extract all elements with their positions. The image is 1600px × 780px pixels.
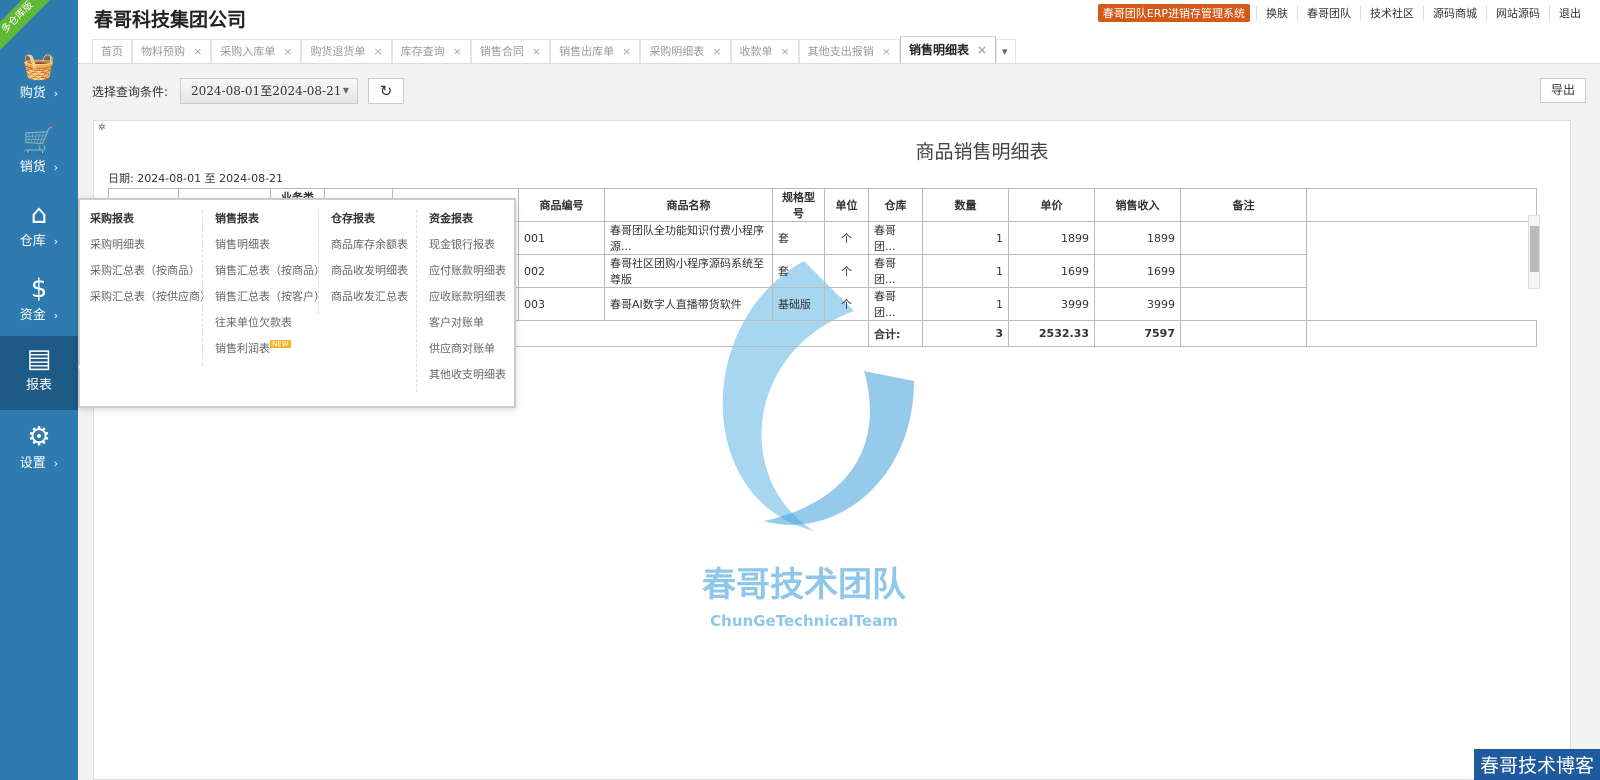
link-logout[interactable]: 退出 bbox=[1549, 5, 1590, 21]
tab-1[interactable]: 物料预购 × bbox=[132, 39, 212, 63]
menu-col-fund: 资金报表现金银行报表 应付账款明细表 应收账款明细表 客户对账单 供应商对账单 其他收支明… bbox=[416, 210, 506, 392]
menu-item-purchase-2[interactable]: 采购汇总表（按供应商） bbox=[90, 288, 211, 314]
menu-heading-sales: 销售报表 bbox=[215, 212, 259, 225]
reports-dropdown-menu: 采购报表采购明细表 采购汇总表（按商品） 采购汇总表（按供应商） 销售报表销售明细表… bbox=[78, 198, 516, 408]
link-site-source[interactable]: 网站源码 bbox=[1486, 5, 1549, 21]
refresh-button[interactable]: ↻ bbox=[368, 78, 404, 104]
export-button[interactable]: 导出 bbox=[1540, 78, 1586, 103]
close-icon[interactable]: × bbox=[712, 40, 721, 63]
sidebar: 多仓库版 🧺 购货 › 🛒 销货 › ⌂ 仓库 › $ 资金 › ▤ 报表 ⚙ 设置 › bbox=[0, 0, 78, 780]
menu-item-fund-0[interactable]: 现金银行报表 bbox=[429, 236, 506, 262]
close-icon[interactable]: × bbox=[193, 40, 202, 63]
tab-10[interactable]: 销售明细表 × bbox=[899, 36, 997, 63]
close-icon[interactable]: × bbox=[532, 40, 541, 63]
close-icon[interactable]: × bbox=[283, 40, 292, 63]
link-source-mall[interactable]: 源码商城 bbox=[1423, 5, 1486, 21]
menu-item-fund-4[interactable]: 供应商对账单 bbox=[429, 340, 506, 366]
sidebar-item-reports[interactable]: ▤ 报表 bbox=[0, 336, 78, 410]
menu-col-purchase: 采购报表采购明细表 采购汇总表（按商品） 采购汇总表（按供应商） bbox=[90, 210, 211, 314]
dollar-icon: $ bbox=[30, 274, 48, 304]
menu-item-stock-1[interactable]: 商品收发明细表 bbox=[331, 262, 408, 288]
sidebar-item-settings[interactable]: ⚙ 设置 › bbox=[0, 414, 78, 488]
tab-4[interactable]: 库存查询 × bbox=[391, 39, 471, 63]
close-icon[interactable]: × bbox=[622, 40, 631, 63]
column-header: 仓库 bbox=[868, 188, 923, 222]
menu-item-fund-2[interactable]: 应收账款明细表 bbox=[429, 288, 506, 314]
column-header: 备注 bbox=[1180, 188, 1307, 222]
date-range-select[interactable]: 2024-08-01至2024-08-21 ▼ bbox=[180, 78, 358, 104]
column-header: 数量 bbox=[922, 188, 1009, 222]
sidebar-item-warehouse[interactable]: ⌂ 仓库 › bbox=[0, 192, 78, 266]
basket-icon: 🧺 bbox=[22, 52, 56, 82]
report-title: 商品销售明细表 bbox=[915, 141, 1049, 163]
tab-2[interactable]: 采购入库单 × bbox=[211, 39, 302, 63]
menu-item-sales-3[interactable]: 往来单位欠款表 bbox=[215, 314, 325, 340]
tab-6[interactable]: 销售出库单 × bbox=[550, 39, 641, 63]
column-header: 单价 bbox=[1008, 188, 1095, 222]
company-title: 春哥科技集团公司 bbox=[94, 9, 247, 31]
menu-item-fund-5[interactable]: 其他收支明细表 bbox=[429, 366, 506, 392]
warehouse-icon: ⌂ bbox=[30, 200, 48, 230]
tab-bar: 首页 物料预购 × 采购入库单 × 购货退货单 × 库存查询 × 销售合同 × 销售出库单 × 采购明细表… bbox=[78, 36, 1600, 64]
link-team[interactable]: 春哥团队 bbox=[1297, 5, 1360, 21]
menu-col-sales: 销售报表销售明细表 销售汇总表（按商品） 销售汇总表（按客户） 往来单位欠款表 销售利润… bbox=[202, 210, 325, 366]
close-icon[interactable]: × bbox=[977, 37, 987, 63]
sidebar-item-sales[interactable]: 🛒 销货 › bbox=[0, 118, 78, 192]
menu-heading-stock: 仓存报表 bbox=[331, 212, 375, 225]
menu-item-fund-3[interactable]: 客户对账单 bbox=[429, 314, 506, 340]
svg-text:ChunGeTechnicalTeam: ChunGeTechnicalTeam bbox=[710, 612, 898, 630]
tab-3[interactable]: 购货退货单 × bbox=[301, 39, 392, 63]
column-header: 规格型号 bbox=[772, 188, 825, 222]
query-label: 选择查询条件: bbox=[92, 85, 169, 99]
close-icon[interactable]: × bbox=[882, 40, 891, 63]
toolbar: 选择查询条件: 2024-08-01至2024-08-21 ▼ ↻ 导出 bbox=[78, 64, 1600, 119]
column-header-blank bbox=[1306, 188, 1537, 222]
report-icon: ▤ bbox=[26, 344, 52, 374]
gear-icon: ⚙ bbox=[27, 422, 51, 452]
link-skin[interactable]: 换肤 bbox=[1256, 5, 1297, 21]
caret-down-icon: ▼ bbox=[342, 86, 349, 95]
menu-item-sales-2[interactable]: 销售汇总表（按客户） bbox=[215, 288, 325, 314]
sidebar-item-funds[interactable]: $ 资金 › bbox=[0, 266, 78, 340]
column-header: 销售收入 bbox=[1094, 188, 1181, 222]
blog-watermark: 春哥技术博客 bbox=[1473, 749, 1600, 780]
menu-heading-fund: 资金报表 bbox=[429, 212, 473, 225]
menu-col-stock: 仓存报表商品库存余额表 商品收发明细表 商品收发汇总表 bbox=[318, 210, 408, 314]
menu-item-purchase-1[interactable]: 采购汇总表（按商品） bbox=[90, 262, 211, 288]
tab-5[interactable]: 销售合同 × bbox=[470, 39, 551, 63]
column-header: 商品编号 bbox=[518, 188, 605, 222]
link-community[interactable]: 技术社区 bbox=[1360, 5, 1423, 21]
report-date: 日期: 2024-08-01 至 2024-08-21 bbox=[108, 172, 284, 185]
menu-heading-purchase: 采购报表 bbox=[90, 212, 134, 225]
close-icon[interactable]: × bbox=[373, 40, 382, 63]
menu-item-sales-1[interactable]: 销售汇总表（按商品） bbox=[215, 262, 325, 288]
column-header: 单位 bbox=[824, 188, 869, 222]
menu-item-sales-0[interactable]: 销售明细表 bbox=[215, 236, 325, 262]
tab-more-button[interactable]: ▾ bbox=[996, 39, 1017, 63]
settings-icon[interactable]: ✲ bbox=[98, 123, 106, 133]
new-badge: NEW bbox=[270, 340, 291, 348]
tab-7[interactable]: 采购明细表 × bbox=[640, 39, 731, 63]
column-header: 商品名称 bbox=[604, 188, 773, 222]
refresh-icon: ↻ bbox=[379, 82, 393, 100]
menu-item-stock-0[interactable]: 商品库存余额表 bbox=[331, 236, 408, 262]
svg-text:春哥技术团队: 春哥技术团队 bbox=[702, 565, 907, 605]
menu-item-stock-2[interactable]: 商品收发汇总表 bbox=[331, 288, 408, 314]
menu-item-sales-4[interactable]: 销售利润表 NEW bbox=[215, 340, 325, 366]
table-scrollbar[interactable] bbox=[1528, 215, 1540, 289]
header: 春哥科技集团公司 春哥团队ERP进销存管理系统 换肤 春哥团队 技术社区 源码商… bbox=[78, 0, 1600, 38]
tab-9[interactable]: 其他支出报销 × bbox=[798, 39, 900, 63]
close-icon[interactable]: × bbox=[781, 40, 790, 63]
sidebar-item-purchase[interactable]: 🧺 购货 › bbox=[0, 44, 78, 118]
menu-item-purchase-0[interactable]: 采购明细表 bbox=[90, 236, 211, 262]
system-badge[interactable]: 春哥团队ERP进销存管理系统 bbox=[1097, 4, 1250, 22]
tab-0[interactable]: 首页 bbox=[92, 39, 132, 63]
menu-item-fund-1[interactable]: 应付账款明细表 bbox=[429, 262, 506, 288]
close-icon[interactable]: × bbox=[453, 40, 462, 63]
cart-icon: 🛒 bbox=[22, 126, 56, 156]
tab-8[interactable]: 收款单 × bbox=[730, 39, 799, 63]
